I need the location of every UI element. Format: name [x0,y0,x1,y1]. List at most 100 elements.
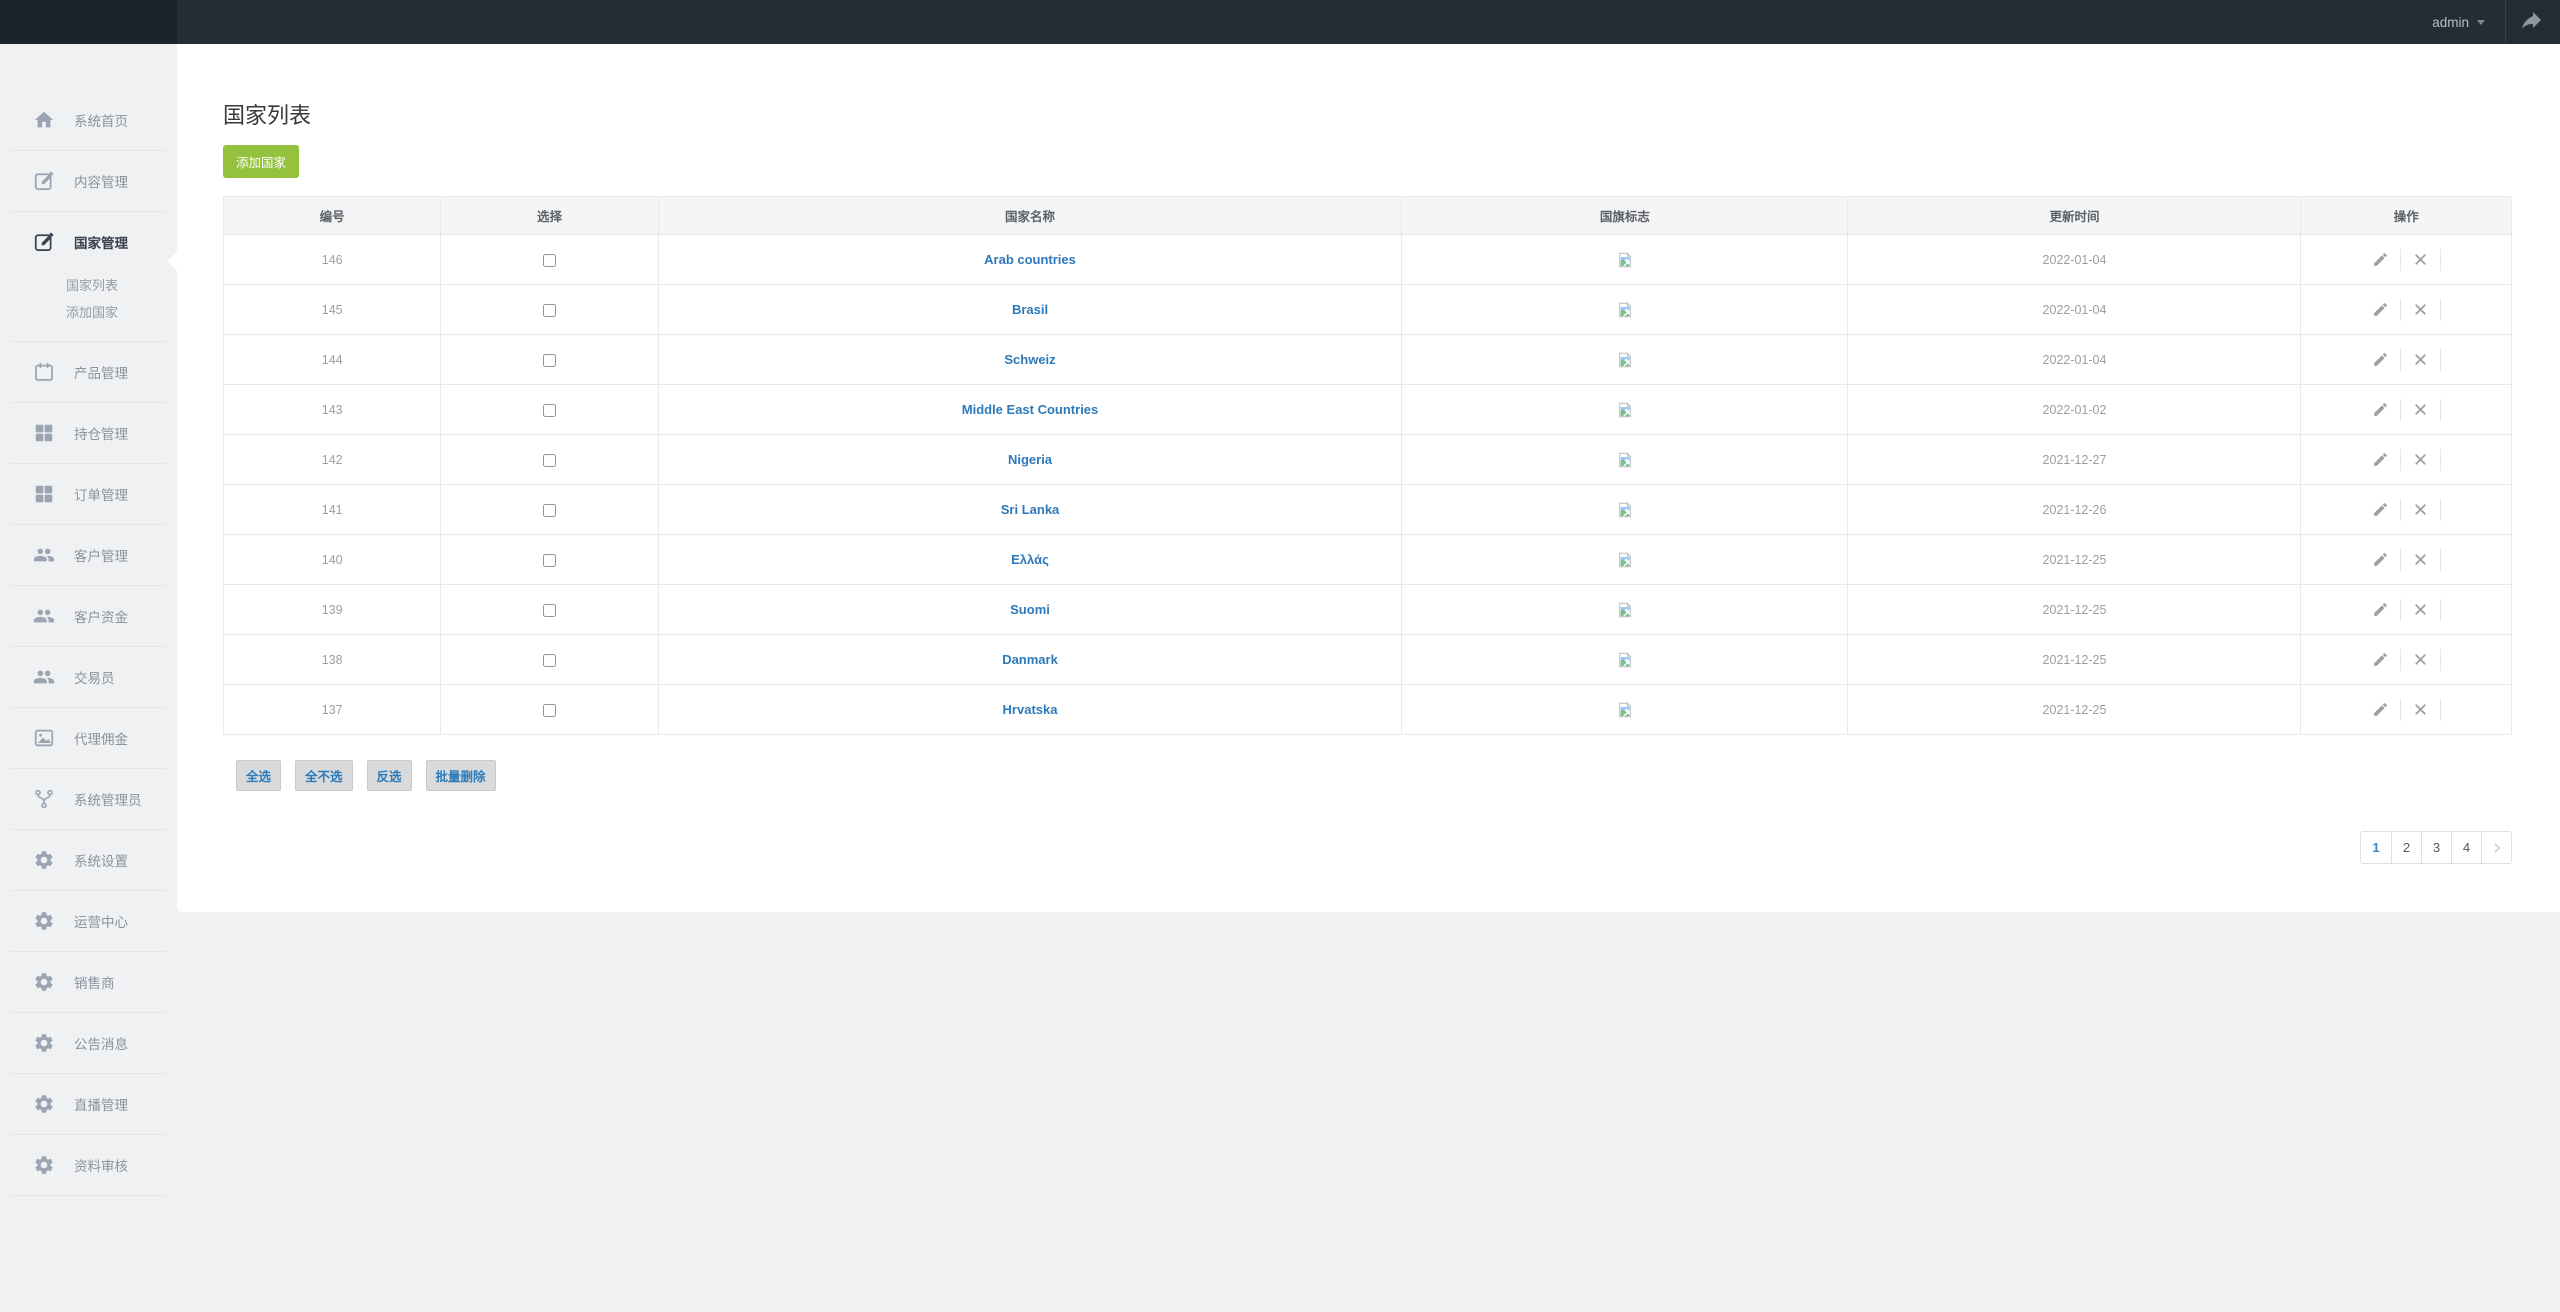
action-divider [2440,549,2441,571]
home-icon [33,109,55,131]
sidebar-item-label: 国家管理 [74,232,128,252]
edit-row-button[interactable] [2372,701,2389,718]
delete-row-button[interactable] [2412,701,2429,718]
row-checkbox[interactable] [543,454,556,467]
sidebar-item-trader[interactable]: 交易员 [10,647,167,707]
sidebar-item-label: 产品管理 [74,362,128,382]
broken-image-icon [1617,352,1633,368]
cell-flag [1402,335,1848,385]
country-link[interactable]: Danmark [1002,652,1058,667]
country-link[interactable]: Arab countries [984,252,1076,267]
delete-row-button[interactable] [2412,551,2429,568]
country-link[interactable]: Middle East Countries [962,402,1099,417]
topbar-right: admin [2412,0,2560,44]
sidebar-subitem-country-add[interactable]: 添加国家 [66,299,167,326]
action-divider [2440,599,2441,621]
sidebar-item-label: 订单管理 [74,484,128,504]
row-checkbox[interactable] [543,604,556,617]
country-link[interactable]: Hrvatska [1003,702,1058,717]
delete-row-button[interactable] [2412,301,2429,318]
gear-icon [33,1154,55,1176]
select-all-button[interactable]: 全选 [236,760,281,791]
sidebar-item-live-manage[interactable]: 直播管理 [10,1074,167,1134]
edit-row-button[interactable] [2372,401,2389,418]
user-dropdown[interactable]: admin [2412,0,2505,44]
row-checkbox[interactable] [543,504,556,517]
sidebar-item-order-manage[interactable]: 订单管理 [10,464,167,524]
column-header: 国家名称 [658,197,1402,235]
sidebar-item-system-settings[interactable]: 系统设置 [10,830,167,890]
country-link[interactable]: Nigeria [1008,452,1052,467]
delete-row-button[interactable] [2412,601,2429,618]
page-button-1[interactable]: 1 [2361,832,2391,863]
delete-row-button[interactable] [2412,251,2429,268]
row-checkbox[interactable] [543,654,556,667]
edit-row-button[interactable] [2372,501,2389,518]
row-checkbox[interactable] [543,304,556,317]
edit-row-button[interactable] [2372,651,2389,668]
sidebar-menu: 系统首页内容管理国家管理国家列表添加国家产品管理持仓管理订单管理客户管理客户资金… [0,90,177,1196]
column-header: 选择 [441,197,658,235]
page-button-4[interactable]: 4 [2451,832,2481,863]
sidebar-item-product-manage[interactable]: 产品管理 [10,342,167,402]
cell-select [441,685,658,735]
caret-down-icon [2477,20,2485,25]
row-checkbox[interactable] [543,404,556,417]
sidebar-item-customer-manage[interactable]: 客户管理 [10,525,167,585]
sidebar-group-agent-commission: 代理佣金 [10,708,167,769]
country-link[interactable]: Suomi [1010,602,1050,617]
delete-row-button[interactable] [2412,501,2429,518]
sidebar-item-announcement[interactable]: 公告消息 [10,1013,167,1073]
sidebar-group-system-admin: 系统管理员 [10,769,167,830]
country-link[interactable]: Brasil [1012,302,1048,317]
sidebar-group-position-manage: 持仓管理 [10,403,167,464]
next-page-button[interactable] [2481,832,2511,863]
cell-id: 146 [224,235,441,285]
sidebar-item-content-manage[interactable]: 内容管理 [10,151,167,211]
users-icon [33,605,55,627]
delete-row-button[interactable] [2412,651,2429,668]
page-button-3[interactable]: 3 [2421,832,2451,863]
content-panel: 国家列表 添加国家 编号选择国家名称国旗标志更新时间操作 146Arab cou… [177,44,2560,912]
cell-flag [1402,635,1848,685]
sidebar-item-seller[interactable]: 销售商 [10,952,167,1012]
edit-row-button[interactable] [2372,451,2389,468]
edit-row-button[interactable] [2372,351,2389,368]
country-link[interactable]: Ελλάς [1011,552,1049,567]
sidebar-item-customer-funds[interactable]: 客户资金 [10,586,167,646]
active-item-notch [167,252,177,270]
cell-updated: 2021-12-26 [1848,485,2301,535]
logout-button[interactable] [2506,0,2560,44]
row-checkbox[interactable] [543,354,556,367]
delete-row-button[interactable] [2412,451,2429,468]
sidebar-item-data-review[interactable]: 资料审核 [10,1135,167,1195]
delete-row-button[interactable] [2412,401,2429,418]
edit-row-button[interactable] [2372,301,2389,318]
edit-row-button[interactable] [2372,601,2389,618]
invert-selection-button[interactable]: 反选 [367,760,412,791]
row-checkbox[interactable] [543,254,556,267]
sidebar-item-position-manage[interactable]: 持仓管理 [10,403,167,463]
sidebar-item-country-manage[interactable]: 国家管理 [10,212,167,272]
sidebar-item-operation-center[interactable]: 运营中心 [10,891,167,951]
cell-id: 145 [224,285,441,335]
sidebar-item-label: 交易员 [74,667,115,687]
select-none-button[interactable]: 全不选 [295,760,353,791]
sidebar-item-system-admin[interactable]: 系统管理员 [10,769,167,829]
sidebar-item-agent-commission[interactable]: 代理佣金 [10,708,167,768]
row-checkbox[interactable] [543,554,556,567]
edit-row-button[interactable] [2372,551,2389,568]
sidebar-item-label: 资料审核 [74,1155,128,1175]
batch-delete-button[interactable]: 批量删除 [426,760,496,791]
cell-id: 144 [224,335,441,385]
cell-country: Hrvatska [658,685,1402,735]
page-button-2[interactable]: 2 [2391,832,2421,863]
sidebar-item-home[interactable]: 系统首页 [10,90,167,150]
edit-row-button[interactable] [2372,251,2389,268]
country-link[interactable]: Schweiz [1004,352,1055,367]
delete-row-button[interactable] [2412,351,2429,368]
sidebar-subitem-country-list[interactable]: 国家列表 [66,272,167,299]
row-checkbox[interactable] [543,704,556,717]
add-country-button[interactable]: 添加国家 [223,145,299,178]
country-link[interactable]: Sri Lanka [1001,502,1060,517]
